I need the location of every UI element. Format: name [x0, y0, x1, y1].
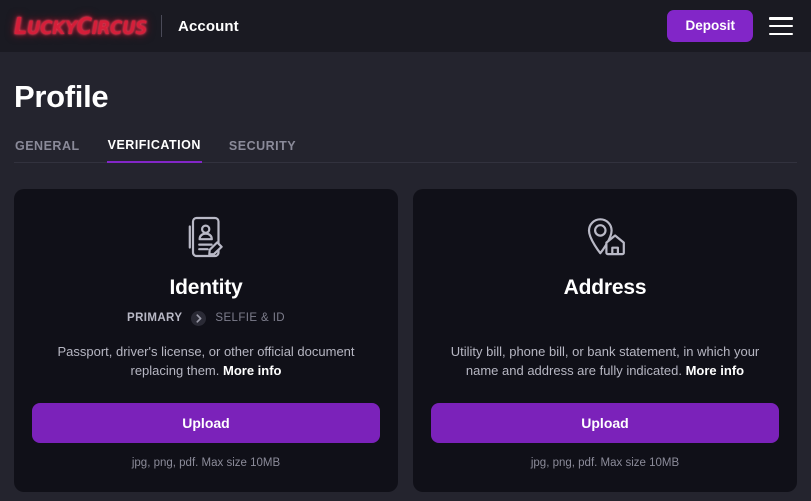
tab-verification[interactable]: VERIFICATION — [106, 138, 202, 163]
address-more-info-link[interactable]: More info — [686, 363, 745, 378]
page-content: Profile GENERAL VERIFICATION SECURITY Id… — [0, 79, 811, 492]
identity-badge-row: PRIMARY SELFIE & ID — [127, 310, 285, 326]
site-logo[interactable]: LUCKYCIRCUS — [14, 0, 161, 52]
tab-security[interactable]: SECURITY — [228, 138, 297, 163]
logo-letter-c: C — [76, 12, 92, 40]
identity-verification-card: Identity PRIMARY SELFIE & ID Passport, d… — [14, 189, 398, 492]
id-document-person-pencil-icon — [186, 215, 226, 259]
logo-wordmark: LUCKYCIRCUS — [14, 12, 148, 40]
logo-part-ucky: UCKY — [26, 17, 77, 40]
header-page-label: Account — [178, 17, 239, 35]
logo-part-ircus: IRCUS — [91, 17, 148, 40]
identity-upload-hint: jpg, png, pdf. Max size 10MB — [131, 456, 281, 469]
chevron-right-circle-icon — [191, 310, 207, 326]
hamburger-bar-1 — [769, 17, 793, 20]
profile-tabs: GENERAL VERIFICATION SECURITY — [14, 137, 797, 163]
hamburger-bar-3 — [769, 32, 793, 35]
identity-badge-primary: PRIMARY — [127, 312, 183, 324]
address-upload-hint: jpg, png, pdf. Max size 10MB — [530, 456, 680, 469]
identity-upload-button[interactable]: Upload — [32, 402, 380, 443]
address-card-description: Utility bill, phone bill, or bank statem… — [440, 343, 770, 381]
identity-more-info-link[interactable]: More info — [223, 363, 282, 378]
address-upload-button[interactable]: Upload — [431, 402, 779, 443]
top-header-bar: LUCKYCIRCUS Account Deposit — [0, 0, 811, 52]
identity-badge-secondary: SELFIE & ID — [215, 312, 285, 324]
hamburger-bar-2 — [769, 24, 793, 28]
logo-letter-l: L — [14, 12, 27, 40]
address-verification-card: Address Utility bill, phone bill, or ban… — [413, 189, 797, 492]
identity-card-description: Passport, driver's license, or other off… — [41, 343, 371, 381]
verification-cards: Identity PRIMARY SELFIE & ID Passport, d… — [14, 189, 797, 492]
address-card-title: Address — [563, 276, 647, 299]
identity-card-title: Identity — [169, 276, 243, 299]
hamburger-menu-icon[interactable] — [769, 17, 793, 35]
header-divider — [161, 15, 163, 37]
tab-general[interactable]: GENERAL — [14, 138, 81, 163]
location-pin-house-icon — [583, 215, 627, 259]
identity-description-text: Passport, driver's license, or other off… — [57, 344, 355, 378]
header-actions: Deposit — [667, 9, 797, 43]
page-title: Profile — [14, 79, 109, 114]
deposit-button[interactable]: Deposit — [667, 9, 753, 43]
